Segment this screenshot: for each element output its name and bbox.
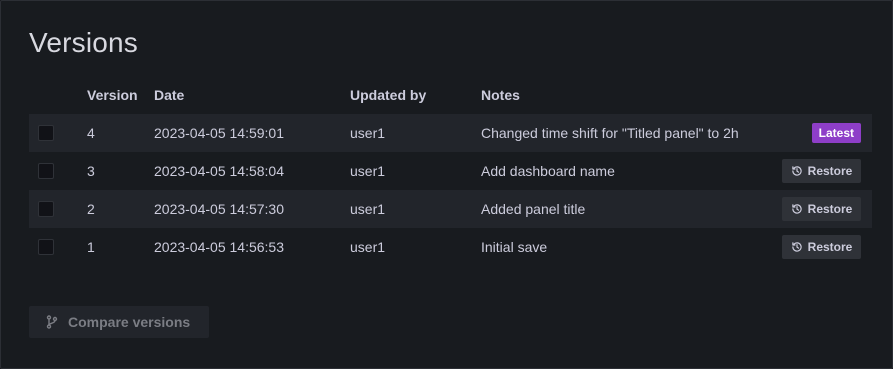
restore-button-label: Restore	[807, 240, 853, 254]
restore-button[interactable]: Restore	[782, 197, 861, 221]
page-title: Versions	[29, 27, 138, 58]
version-user: user1	[350, 163, 386, 179]
version-number: 2	[87, 201, 95, 217]
column-header-notes: Notes	[481, 87, 520, 103]
version-number: 3	[87, 163, 95, 179]
table-row: 3 2023-04-05 14:58:04 user1 Add dashboar…	[29, 152, 872, 190]
version-number: 4	[87, 125, 95, 141]
restore-button[interactable]: Restore	[782, 159, 861, 183]
history-icon	[791, 166, 802, 176]
version-notes: Add dashboard name	[481, 163, 615, 179]
version-user: user1	[350, 239, 386, 255]
history-icon	[791, 242, 802, 252]
table-row: 2 2023-04-05 14:57:30 user1 Added panel …	[29, 190, 872, 228]
table-row: 4 2023-04-05 14:59:01 user1 Changed time…	[29, 114, 872, 152]
history-icon	[791, 204, 802, 214]
restore-button-label: Restore	[807, 202, 853, 216]
version-notes: Initial save	[481, 239, 548, 255]
version-number: 1	[87, 239, 95, 255]
version-date: 2023-04-05 14:59:01	[154, 125, 284, 141]
code-branch-icon	[46, 315, 58, 329]
version-user: user1	[350, 201, 386, 217]
restore-button[interactable]: Restore	[782, 235, 861, 259]
versions-panel: Versions Version Date Updated by Notes 4…	[0, 0, 893, 369]
versions-table: 4 2023-04-05 14:59:01 user1 Changed time…	[29, 114, 872, 266]
column-header-date: Date	[154, 87, 185, 103]
version-user: user1	[350, 125, 386, 141]
column-header-updated-by: Updated by	[350, 87, 427, 103]
column-header-version: Version	[87, 87, 138, 103]
version-date: 2023-04-05 14:58:04	[154, 163, 284, 179]
version-checkbox[interactable]	[38, 201, 54, 217]
restore-button-label: Restore	[807, 164, 853, 178]
compare-versions-button[interactable]: Compare versions	[29, 306, 209, 338]
version-checkbox[interactable]	[38, 239, 54, 255]
version-checkbox[interactable]	[38, 125, 54, 141]
version-date: 2023-04-05 14:57:30	[154, 201, 284, 217]
version-date: 2023-04-05 14:56:53	[154, 239, 284, 255]
table-header: Version Date Updated by Notes	[29, 87, 872, 107]
version-notes: Changed time shift for "Titled panel" to…	[481, 125, 739, 141]
latest-badge: Latest	[811, 123, 861, 143]
version-checkbox[interactable]	[38, 163, 54, 179]
table-row: 1 2023-04-05 14:56:53 user1 Initial save…	[29, 228, 872, 266]
compare-versions-label: Compare versions	[68, 314, 191, 330]
version-notes: Added panel title	[481, 201, 586, 217]
